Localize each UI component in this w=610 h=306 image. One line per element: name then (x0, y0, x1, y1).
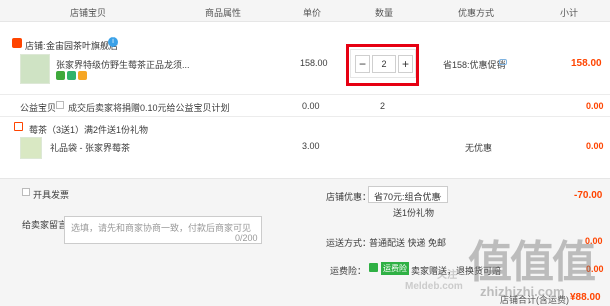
col-unit-price: 单价 (303, 8, 322, 18)
total-amount: ¥88.00 (570, 292, 601, 303)
shop-discount-select[interactable]: 省70元:组合优惠 ⌄ (368, 186, 448, 203)
col-subtotal: 小计 (560, 8, 579, 18)
message-counter: 0/200 (235, 233, 258, 243)
message-textarea[interactable]: 选填，请先和商家协商一致，付款后商家可见 0/200 (64, 216, 262, 244)
guarantee-icon (67, 71, 76, 80)
product-thumbnail[interactable] (20, 54, 50, 84)
shop-discount-note: 送1份礼物 (393, 208, 435, 218)
shop-discount-amount: -70.00 (574, 190, 603, 201)
invoice-label: 开具发票 (33, 190, 70, 200)
col-product-attrs: 商品属性 (205, 8, 242, 18)
gift-item-title[interactable]: 礼品袋 - 张家界莓茶 (50, 141, 130, 154)
product-title-link[interactable]: 张家界特级仿野生莓茶正品龙须... (56, 58, 190, 71)
seven-day-return-icon (56, 71, 65, 80)
quantity-highlight-box (346, 44, 419, 86)
chevron-down-icon: ⌄ (435, 190, 443, 200)
gift-promo-name: 莓茶（3送1） (29, 125, 85, 135)
insurance-badge: 运费险 (381, 262, 409, 275)
watermark-cn: 关注 (437, 270, 457, 281)
promo-text: 省158:优惠促销 (443, 60, 506, 70)
product-price: 158.00 (300, 58, 328, 68)
shipping-label: 运送方式： (326, 238, 372, 248)
watermark-url: zhizhizhi.com (480, 284, 565, 299)
wangwang-icon[interactable]: i (108, 37, 118, 47)
charity-text: 成交后卖家将捐赠0.10元给公益宝贝计划 (68, 103, 230, 113)
gift-item-price: 3.00 (302, 141, 320, 151)
insurance-label: 运费险： (330, 266, 367, 276)
shop-discount-selected: 省70元:组合优惠 (374, 192, 441, 202)
charity-price: 0.00 (302, 101, 320, 111)
charity-label: 公益宝贝 (20, 103, 57, 113)
gift-thumbnail[interactable] (20, 137, 42, 159)
gift-icon (14, 122, 23, 131)
product-subtotal: 158.00 (571, 58, 602, 69)
cart-header: 店铺宝贝 商品属性 单价 数量 优惠方式 小计 (0, 0, 610, 22)
col-shop-items: 店铺宝贝 (70, 8, 107, 18)
charity-quantity: 2 (380, 101, 386, 111)
message-placeholder: 选填，请先和商家协商一致，付款后商家可见 (71, 223, 252, 233)
charity-checkbox[interactable] (56, 101, 64, 109)
col-quantity: 数量 (375, 8, 394, 18)
watermark-meldeb: Meldeb.com (405, 281, 463, 292)
row-divider (0, 94, 610, 95)
invoice-checkbox[interactable] (22, 188, 30, 196)
insurance-checkbox[interactable] (369, 263, 378, 272)
shop-icon (12, 38, 22, 48)
credit-card-icon (78, 71, 87, 80)
shop-prefix: 店铺: (25, 41, 46, 51)
promo-tip-icon[interactable] (499, 59, 507, 65)
row-divider (0, 116, 610, 117)
watermark-logo: 值值值 (468, 238, 596, 287)
col-discount: 优惠方式 (458, 8, 495, 18)
charity-subtotal: 0.00 (586, 101, 604, 111)
shipping-value: 普通配送 快递 免邮 (369, 238, 447, 248)
gift-item-subtotal: 0.00 (586, 141, 604, 151)
shop-discount-label: 店铺优惠： (326, 192, 372, 202)
gift-promo-desc: 满2件送1份礼物 (84, 125, 149, 135)
gift-item-discount: 无优惠 (465, 143, 493, 153)
